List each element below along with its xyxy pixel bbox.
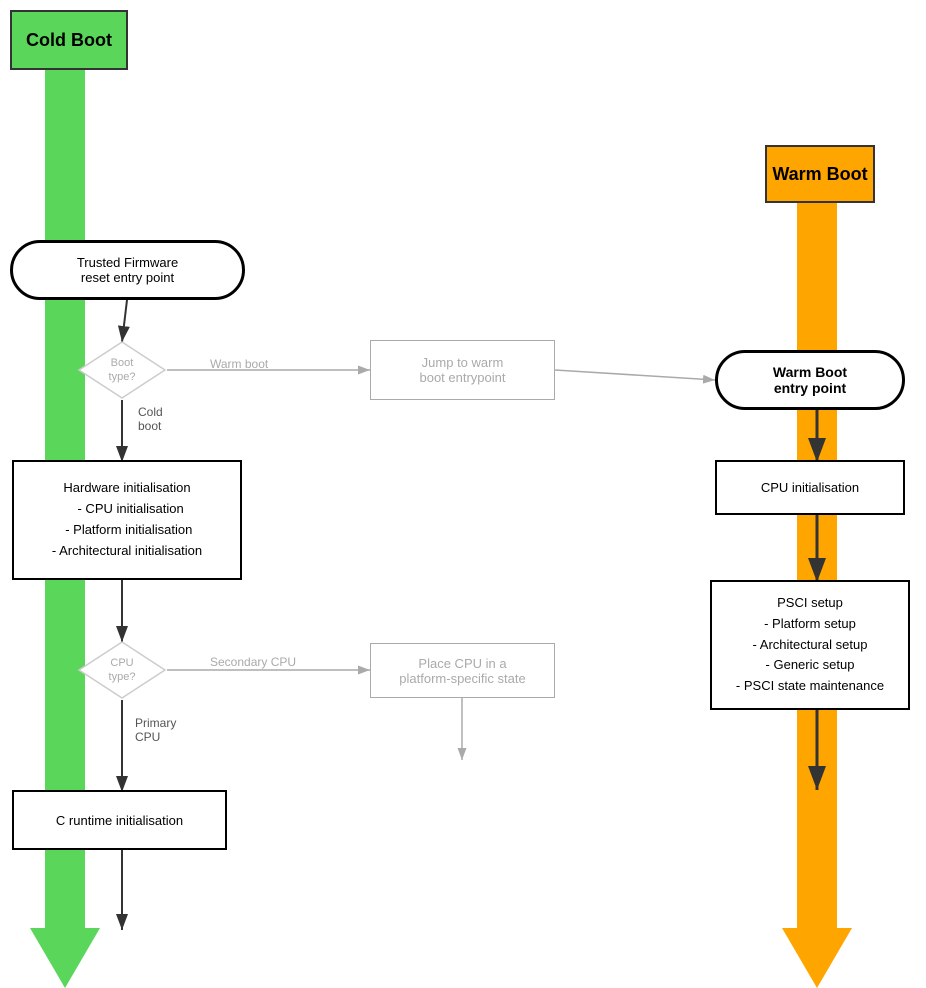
jump-warm-boot-box: Jump to warmboot entrypoint bbox=[370, 340, 555, 400]
svg-text:type?: type? bbox=[109, 371, 136, 383]
diagram: Cold Boot Warm Boot Trusted Firmwarerese… bbox=[0, 0, 926, 988]
svg-text:CPU: CPU bbox=[110, 657, 133, 669]
svg-text:Boot: Boot bbox=[111, 357, 134, 369]
hardware-init-box: Hardware initialisation - CPU initialisa… bbox=[12, 460, 242, 580]
svg-text:type?: type? bbox=[109, 671, 136, 683]
trusted-firmware-ellipse: Trusted Firmwarereset entry point bbox=[10, 240, 245, 300]
c-runtime-box: C runtime initialisation bbox=[12, 790, 227, 850]
psci-setup-box: PSCI setup- Platform setup- Architectura… bbox=[710, 580, 910, 710]
primary-cpu-label: PrimaryCPU bbox=[135, 716, 176, 744]
place-cpu-box: Place CPU in aplatform-specific state bbox=[370, 643, 555, 698]
secondary-cpu-label: Secondary CPU bbox=[210, 655, 296, 669]
warm-boot-flow-bar bbox=[797, 203, 837, 943]
warm-boot-arrow-label: Warm boot bbox=[210, 357, 268, 371]
cpu-init-warm-box: CPU initialisation bbox=[715, 460, 905, 515]
warm-boot-entry-ellipse: Warm Bootentry point bbox=[715, 350, 905, 410]
boot-type-diamond: Boot type? bbox=[77, 340, 167, 400]
warm-boot-end-arrow bbox=[782, 928, 852, 988]
cold-boot-arrow-label: Coldboot bbox=[138, 405, 163, 433]
warm-boot-label: Warm Boot bbox=[765, 145, 875, 203]
cold-boot-label: Cold Boot bbox=[10, 10, 128, 70]
cpu-type-diamond: CPU type? bbox=[77, 640, 167, 700]
cold-boot-end-arrow bbox=[30, 928, 100, 988]
